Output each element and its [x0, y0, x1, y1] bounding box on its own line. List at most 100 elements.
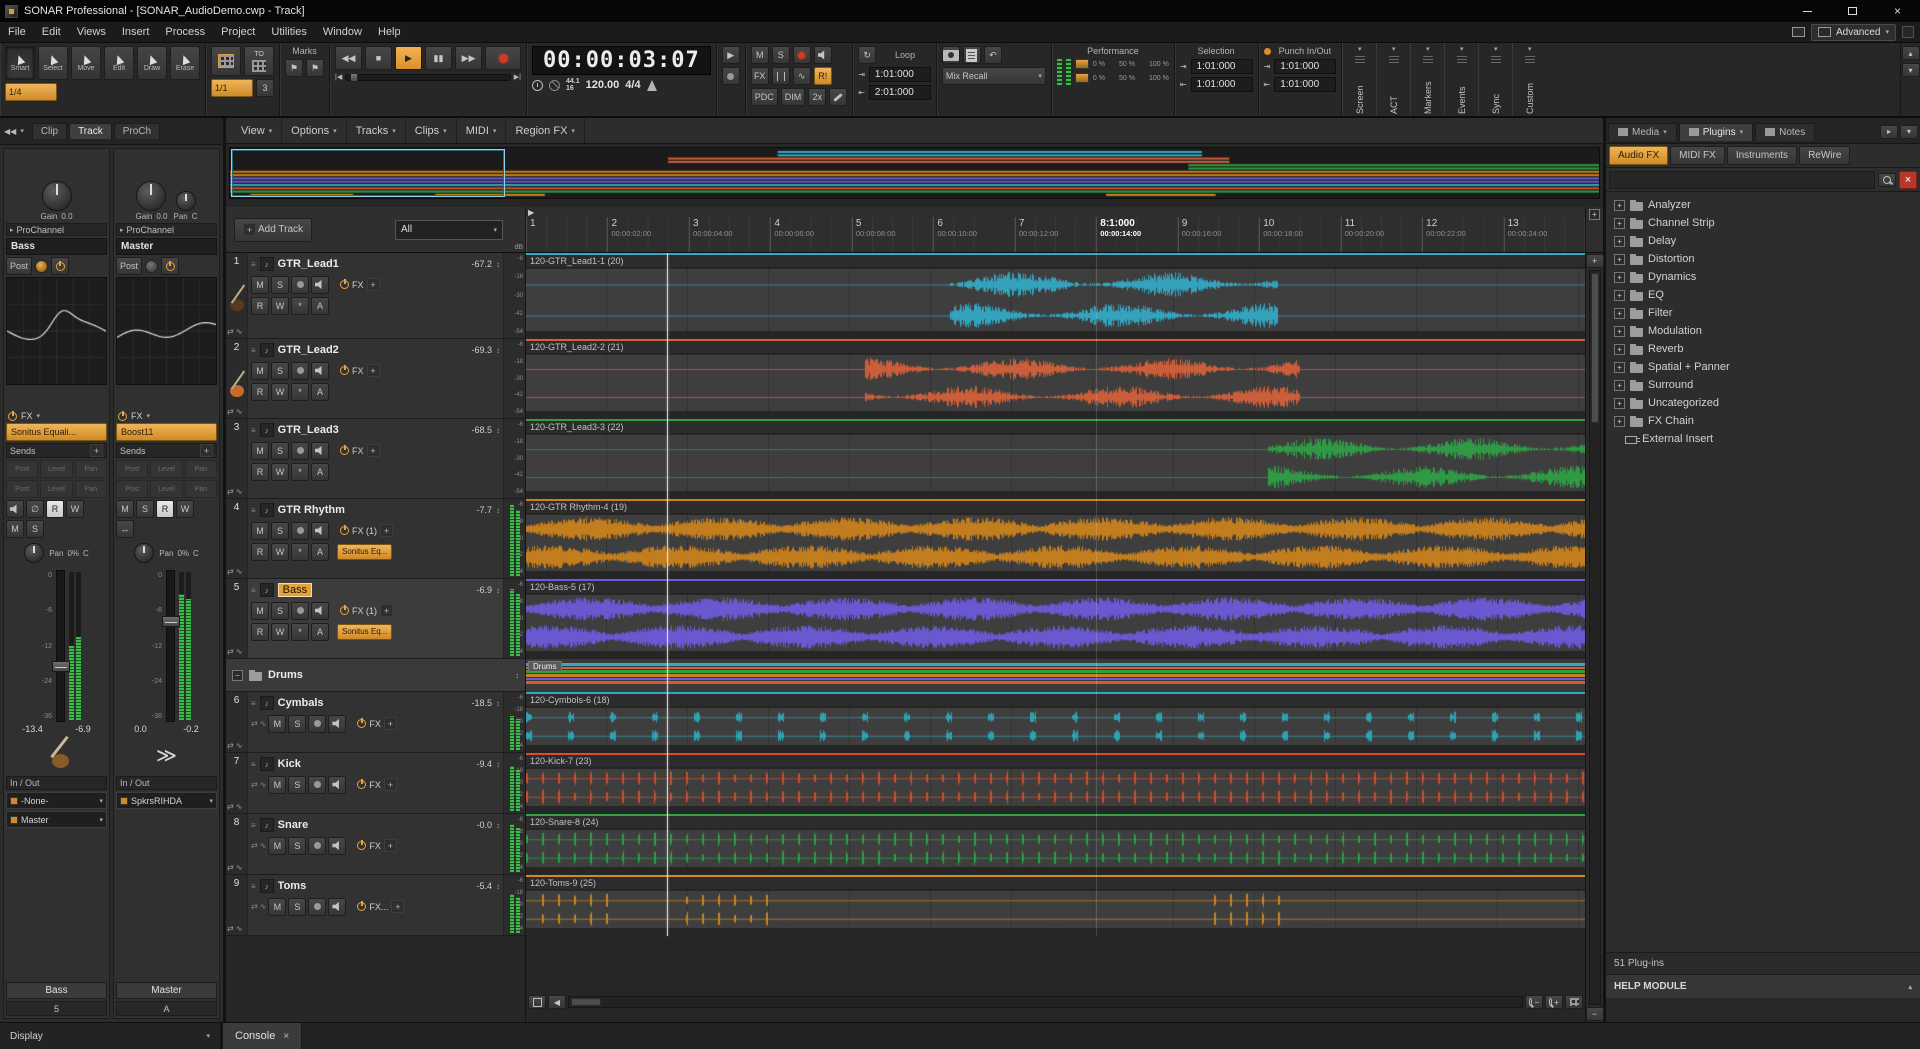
automation-offset-button[interactable]: * [291, 623, 309, 641]
arm-record-button[interactable] [291, 362, 309, 380]
fx-rack-label[interactable]: FX (1) [352, 526, 377, 536]
close-icon[interactable]: × [283, 1031, 289, 1042]
pan-knob[interactable] [134, 543, 154, 563]
input-echo-icon[interactable]: ⇄ [227, 567, 234, 576]
expand-icon[interactable]: + [1614, 326, 1625, 337]
input-echo-button[interactable] [311, 276, 329, 294]
track-volume[interactable]: -67.2 [471, 259, 492, 269]
track-row-6[interactable]: 6⇄∿≡♪Cymbals-18.5↕⇄∿MSFX+-6-18-30-42-54 [226, 692, 525, 753]
vscroll-zoom-in-button[interactable]: + [1586, 254, 1604, 268]
view-menu-clips[interactable]: Clips▾ [406, 118, 457, 143]
strip-button-M[interactable]: M [6, 520, 24, 538]
track-name[interactable]: GTR_Lead2 [278, 344, 468, 356]
automation-write-button[interactable]: W [271, 543, 289, 561]
input-echo-button[interactable] [311, 522, 329, 540]
input-echo-icon[interactable]: ⇄ [227, 647, 234, 656]
tree-item-modulation[interactable]: +Modulation [1608, 322, 1918, 340]
tree-item-reverb[interactable]: +Reverb [1608, 340, 1918, 358]
expand-icon[interactable]: + [1614, 218, 1625, 229]
loop-start-time[interactable]: 1:01:000 [869, 67, 931, 82]
global-solo-button[interactable]: S [772, 46, 790, 64]
waveform-icon[interactable]: ∿ [236, 863, 243, 872]
ruler-measure[interactable]: 8:1:00000:00:14:00 [1096, 217, 1177, 252]
screenshot-button[interactable] [942, 46, 960, 64]
track-row-4[interactable]: 4⇄∿≡♪GTR Rhythm-7.7↕MSFX (1)+RW*ASonitus… [226, 499, 525, 579]
prochannel-header[interactable]: ▸ProChannel [6, 223, 107, 236]
strip-power-button[interactable] [51, 257, 69, 275]
inspector-tab-track[interactable]: Track [69, 123, 112, 139]
fit-project-button[interactable] [528, 995, 546, 1009]
collapse-up-button[interactable]: ▴ [1902, 46, 1920, 60]
exclusive-solo-button[interactable] [772, 67, 790, 85]
automation-assign-button[interactable]: A [311, 297, 329, 315]
input-echo-icon[interactable]: ⇄ [227, 487, 234, 496]
input-echo-icon[interactable]: ⇄ [227, 863, 234, 872]
side-tab-sync[interactable]: ▾Sync [1478, 43, 1512, 116]
ruler-measure[interactable]: 1 [526, 217, 607, 252]
collapse-down-button[interactable]: ▾ [1902, 63, 1920, 77]
ruler-measure[interactable]: 1300:00:24:00 [1504, 217, 1585, 252]
scroll-left-button[interactable]: ◀ [548, 995, 566, 1009]
arm-record-button[interactable] [308, 776, 326, 794]
track-volume[interactable]: -69.3 [471, 345, 492, 355]
browser-subtab-midi-fx[interactable]: MIDI FX [1670, 146, 1725, 165]
zoom-in-button[interactable]: + [1545, 995, 1563, 1009]
menu-item-views[interactable]: Views [69, 22, 114, 42]
strip-button-W[interactable]: W [66, 500, 84, 518]
input-echo-icon[interactable]: ⇄ [227, 327, 234, 336]
strip-button-M[interactable]: M [116, 500, 134, 518]
solo-button[interactable]: S [288, 837, 306, 855]
ruler-measure[interactable]: 600:00:10:00 [933, 217, 1014, 252]
browser-tab-notes[interactable]: Notes [1755, 123, 1815, 141]
navigator-view-box[interactable] [231, 149, 505, 197]
track-volume[interactable]: -18.5 [471, 698, 492, 708]
panel-menu-button[interactable]: ▾ [1900, 125, 1918, 139]
input-echo-button[interactable] [328, 715, 346, 733]
volume-fader[interactable] [166, 570, 175, 722]
track-name[interactable]: Bass [278, 583, 312, 597]
bus-name[interactable]: Bass [6, 982, 107, 999]
audio-clip[interactable]: 120-Cymbols-6 (18) [526, 692, 1585, 753]
pan-knob[interactable] [24, 543, 44, 563]
browser-subtab-instruments[interactable]: Instruments [1727, 146, 1797, 165]
automation-read-button[interactable]: R [251, 297, 269, 315]
minimize-button[interactable] [1785, 0, 1830, 22]
audio-clip[interactable]: 120-Kick-7 (23) [526, 753, 1585, 814]
rewind-button[interactable]: ◀◀ [335, 46, 362, 70]
tool-duration-dropdown[interactable]: 1/4▾ [5, 83, 57, 101]
selection-end-time[interactable]: 1:01:000 [1191, 77, 1253, 92]
tree-item-fx-chain[interactable]: +FX Chain [1608, 412, 1918, 430]
inspector-tab-proch[interactable]: ProCh [114, 123, 160, 139]
track-row-8[interactable]: 8⇄∿≡♪Snare-0.0↕⇄∿MSFX+-6-18-30-42-54 [226, 814, 525, 875]
marker-flag-button[interactable]: ⚑ [306, 59, 324, 77]
arm-record-button[interactable] [308, 898, 326, 916]
ruler-measure[interactable]: 200:00:02:00 [607, 217, 688, 252]
automation-write-button[interactable]: W [271, 463, 289, 481]
track-volume[interactable]: -7.7 [476, 505, 492, 515]
track-volume[interactable]: -68.5 [471, 425, 492, 435]
add-fx-button[interactable]: + [391, 900, 404, 913]
undo-button[interactable]: ↶ [984, 46, 1002, 64]
transport-position-slider[interactable] [345, 74, 511, 81]
pan-knob[interactable] [176, 191, 196, 211]
tool-move-button[interactable]: Move [71, 46, 101, 80]
navigator[interactable] [229, 147, 1600, 199]
audio-clip[interactable]: 120-GTR_Lead2-2 (21) [526, 339, 1585, 419]
collapse-panel-icon[interactable]: ◀◀ [4, 127, 16, 136]
volume-spinner[interactable]: ↕ [496, 426, 500, 435]
metronome-icon[interactable] [647, 80, 657, 91]
drag-handle-icon[interactable]: ≡ [251, 506, 256, 515]
track-filter-dropdown[interactable]: All▾ [395, 220, 503, 240]
prochannel-header[interactable]: ▸ProChannel [116, 223, 217, 236]
browser-subtab-audio-fx[interactable]: Audio FX [1609, 146, 1668, 165]
fx-slot[interactable]: Boost11 [116, 423, 217, 441]
audio-clip[interactable]: 120-GTR_Lead1-1 (20) [526, 253, 1585, 339]
view-menu-options[interactable]: Options▾ [282, 118, 346, 143]
loop-toggle-button[interactable]: ↻ [858, 46, 876, 64]
fx-rack-label[interactable]: FX [369, 780, 381, 790]
volume-spinner[interactable]: ↕ [496, 506, 500, 515]
tool-smart-button[interactable]: Smart [5, 46, 35, 80]
solo-button[interactable]: S [288, 715, 306, 733]
add-send-button[interactable]: + [200, 444, 213, 457]
menu-item-process[interactable]: Process [157, 22, 213, 42]
